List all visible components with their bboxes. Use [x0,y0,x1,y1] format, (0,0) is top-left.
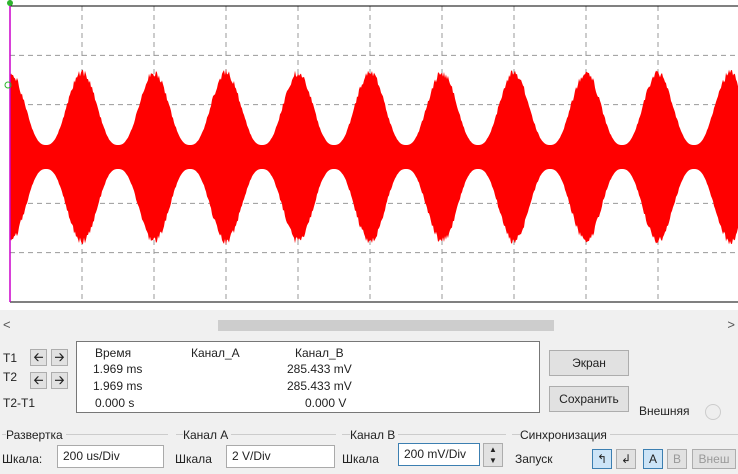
header-time: Время [95,346,131,360]
external-label: Внешняя [639,404,690,418]
scroll-thumb[interactable] [218,320,554,331]
t2-time: 1.969 ms [93,379,142,393]
rising-edge-icon[interactable]: ↰ [592,449,612,469]
scroll-left-icon[interactable]: < [3,317,11,332]
channel-a-scale-input[interactable]: 2 V/Div [226,445,335,468]
scroll-right-icon[interactable]: > [727,317,735,332]
timebase-title: Развертка [6,428,66,442]
save-button[interactable]: Сохранить [549,386,629,412]
oscilloscope-display [0,0,738,310]
t2-channel-b: 285.433 mV [287,379,352,393]
trigger-source-a[interactable]: A [643,449,663,469]
channel-b-title: Канал В [350,428,398,442]
channel-b-scale-input[interactable]: 200 mV/Div [398,443,480,466]
trigger-source-b[interactable]: B [667,449,687,469]
trigger-label: Запуск [515,452,553,466]
channel-b-trace [10,69,738,245]
external-radio[interactable] [705,404,721,420]
timebase-scale-label: Шкала: [2,452,42,466]
header-channel-a: Канал_A [191,346,240,360]
timebase-scale-input[interactable]: 200 us/Div [57,445,164,468]
trigger-source-ext[interactable]: Внеш [692,449,736,469]
t1-right-arrow-icon[interactable]: 🡢 [51,349,68,366]
delta-channel-b: 0.000 V [305,396,346,410]
t2-left-arrow-icon[interactable]: 🡠 [30,372,47,389]
channel-b-scale-label: Шкала [342,452,379,466]
horizontal-scrollbar[interactable]: < > [0,317,738,333]
cursor-readout-table: Время Канал_A Канал_B 1.969 ms 285.433 m… [76,341,540,413]
t2t1-label: T2-T1 [3,396,35,410]
t1-time: 1.969 ms [93,362,142,376]
delta-time: 0.000 s [95,396,134,410]
channel-a-title: Канал А [183,428,231,442]
screen-button[interactable]: Экран [549,350,629,376]
t1-left-arrow-icon[interactable]: 🡠 [30,349,47,366]
header-channel-b: Канал_B [295,346,344,360]
trigger-title: Синхронизация [520,428,610,442]
channel-b-spinner[interactable]: ▲ ▼ [483,443,503,467]
cursor-handle-icon [7,0,13,6]
falling-edge-icon[interactable]: ↲ [616,449,636,469]
t2-label: T2 [3,370,17,384]
waveform-plot [0,0,738,310]
t2-right-arrow-icon[interactable]: 🡢 [51,372,68,389]
t1-channel-b: 285.433 mV [287,362,352,376]
channel-a-scale-label: Шкала [175,452,212,466]
t1-label: T1 [3,351,17,365]
